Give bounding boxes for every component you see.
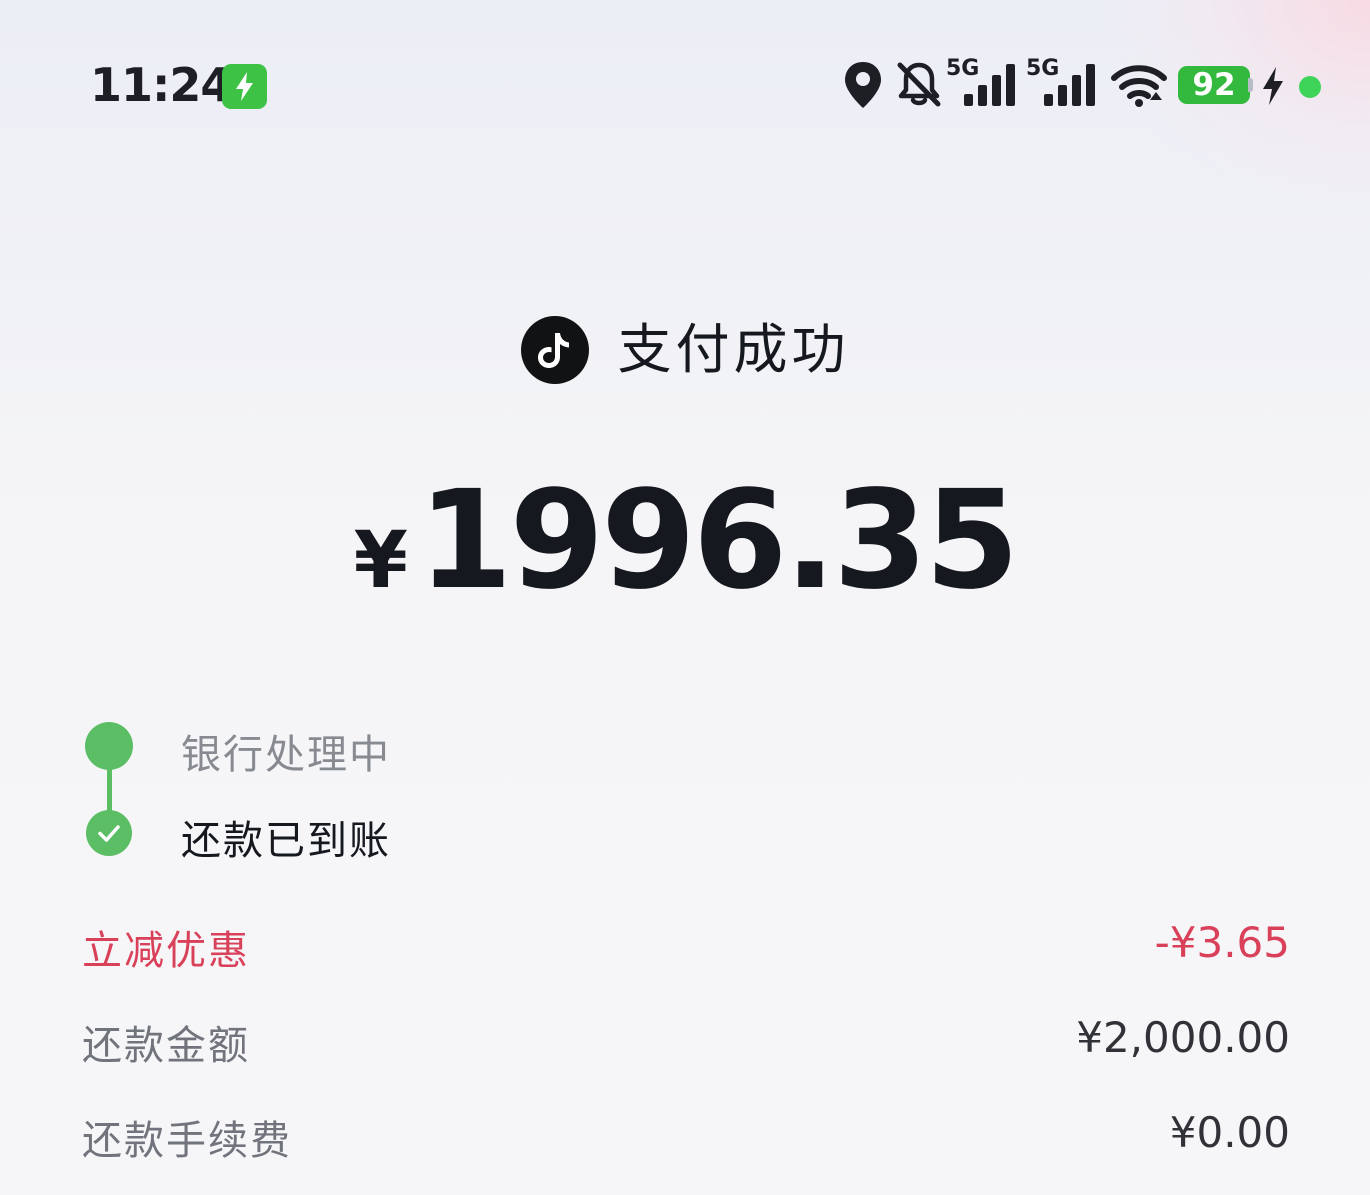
payment-title-row: 支付成功 [0,312,1370,392]
charging-bolt-icon [1263,67,1283,105]
detail-row-repayment-amount: 还款金额 ¥2,000.00 [82,1013,1290,1073]
timeline-step-label: 银行处理中 [181,732,391,778]
wifi-icon [1111,65,1167,107]
battery-nub [1248,78,1253,92]
detail-value: ¥0.00 [1169,1108,1290,1157]
timeline-step-label: 还款已到账 [181,818,391,864]
payment-amount: ¥1996.35 [0,462,1370,620]
battery-icon: 92 [1178,66,1250,104]
amount-value: 1996.35 [417,462,1019,620]
status-bar: 11:24 5G 5G 92 [0,0,1370,170]
signal-5g-icon: 5G [946,56,1018,106]
signal-5g-icon: 5G [1026,56,1098,106]
detail-label: 还款手续费 [82,1118,292,1164]
status-time: 11:24 [90,58,232,112]
detail-row-discount: 立减优惠 -¥3.65 [82,918,1290,978]
douyin-icon [520,316,589,384]
privacy-dot-indicator [1299,76,1321,98]
timeline-connector [107,766,112,812]
detail-label: 立减优惠 [82,928,250,974]
location-icon [845,62,881,108]
currency-symbol: ¥ [353,516,408,606]
progress-timeline: 银行处理中 还款已到账 [85,722,585,864]
charging-app-icon [222,64,267,109]
timeline-dot [85,722,133,770]
bell-off-icon [897,62,941,107]
detail-value: -¥3.65 [1154,918,1290,967]
detail-value: ¥2,000.00 [1076,1013,1290,1062]
page-title: 支付成功 [617,318,850,381]
detail-row-fee: 还款手续费 ¥0.00 [82,1108,1290,1168]
check-icon [86,810,132,856]
detail-label: 还款金额 [82,1023,250,1069]
